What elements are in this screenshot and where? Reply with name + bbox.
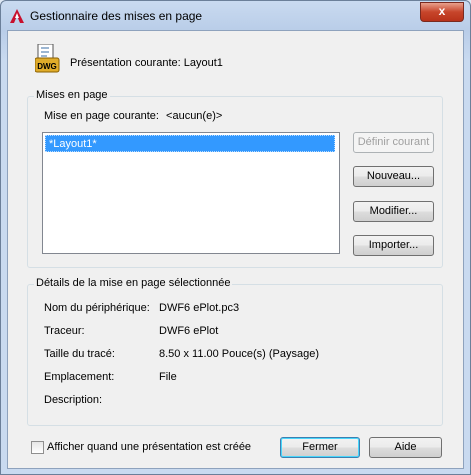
current-layout-value: Layout1 [183, 57, 223, 69]
page-setups-group-label: Mises en page [34, 89, 110, 101]
window-title: Gestionnaire des mises en page [30, 9, 203, 23]
location-label: Emplacement: [44, 371, 115, 383]
plotter-value: DWF6 ePlot [159, 325, 219, 337]
close-window-button[interactable]: x [420, 2, 464, 22]
list-item[interactable]: *Layout1* [45, 135, 335, 152]
dwg-file-icon: DWG [35, 44, 60, 73]
details-group-label: Détails de la mise en page sélectionnée [34, 277, 233, 289]
current-page-setup-line: Mise en page courante: <aucun(e)> [44, 110, 222, 122]
close-button[interactable]: Fermer [280, 437, 360, 458]
current-layout-line: Présentation courante: Layout1 [70, 57, 223, 69]
show-on-create-checkbox[interactable] [31, 441, 44, 454]
device-name-label: Nom du périphérique: [44, 302, 150, 314]
import-label: Importer... [368, 239, 419, 251]
plot-size-label: Taille du tracé: [44, 348, 115, 360]
set-current-label: Définir courant [357, 136, 430, 148]
current-page-setup-value: <aucun(e)> [166, 110, 223, 122]
new-button[interactable]: Nouveau... [353, 166, 434, 187]
set-current-button[interactable]: Définir courant [353, 132, 434, 153]
help-button[interactable]: Aide [369, 437, 442, 458]
help-button-label: Aide [394, 441, 417, 453]
show-on-create-label[interactable]: Afficher quand une présentation est créé… [47, 441, 251, 453]
new-label: Nouveau... [366, 170, 421, 182]
plot-size-value: 8.50 x 11.00 Pouce(s) (Paysage) [159, 348, 319, 360]
current-page-setup-label: Mise en page courante: [44, 110, 159, 122]
page-setups-list[interactable]: *Layout1* [42, 132, 340, 254]
autocad-app-icon [10, 9, 24, 23]
plotter-label: Traceur: [44, 325, 85, 337]
import-button[interactable]: Importer... [353, 235, 434, 256]
modify-button[interactable]: Modifier... [353, 201, 434, 222]
dwg-icon-text: DWG [37, 62, 57, 71]
device-name-value: DWF6 ePlot.pc3 [159, 302, 240, 314]
current-layout-label: Présentation courante: [70, 57, 181, 69]
modify-label: Modifier... [369, 205, 418, 217]
title-bar[interactable]: Gestionnaire des mises en page x [1, 1, 470, 31]
description-label: Description: [44, 394, 103, 406]
close-button-label: Fermer [302, 441, 338, 453]
location-value: File [159, 371, 177, 383]
